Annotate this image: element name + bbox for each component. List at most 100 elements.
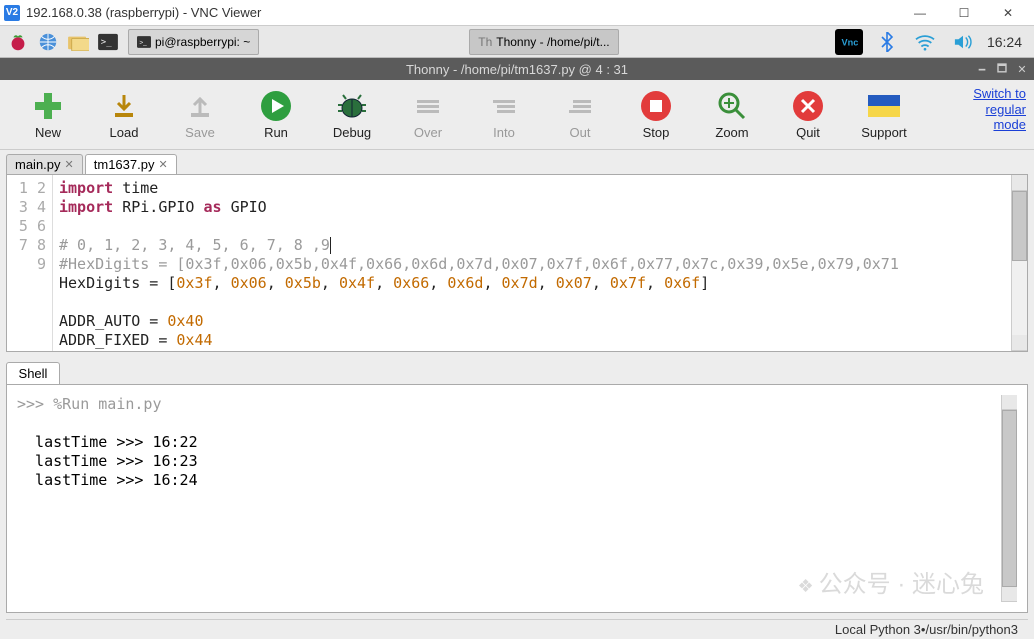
zoom-icon — [715, 89, 749, 123]
save-icon — [183, 89, 217, 123]
l9-head: ADDR_FIXED = — [59, 331, 176, 349]
load-label: Load — [110, 125, 139, 140]
tab-main-close-icon[interactable]: ✕ — [65, 158, 74, 171]
shell-line-3: lastTime >>> 16:24 — [17, 471, 198, 489]
hex6: 0x7d — [502, 274, 538, 292]
scroll-thumb[interactable] — [1012, 191, 1027, 261]
pi-taskbar: >_ >_ pi@raspberrypi: ~ Th Thonny - /hom… — [0, 26, 1034, 58]
thonny-titlebar: Thonny - /home/pi/tm1637.py @ 4 : 31 🗕 🗖… — [0, 58, 1034, 80]
hex8: 0x7f — [610, 274, 646, 292]
svg-text:Vnc: Vnc — [841, 37, 858, 47]
web-browser-icon[interactable] — [34, 29, 62, 55]
raspberry-menu-icon[interactable] — [4, 29, 32, 55]
taskbar-item-terminal[interactable]: >_ pi@raspberrypi: ~ — [128, 29, 259, 55]
new-button[interactable]: New — [10, 89, 86, 140]
save-button[interactable]: Save — [162, 89, 238, 140]
hex7: 0x07 — [556, 274, 592, 292]
tab-tm1637-close-icon[interactable]: ✕ — [158, 158, 167, 171]
hex5: 0x6d — [447, 274, 483, 292]
hex3: 0x4f — [339, 274, 375, 292]
support-label: Support — [861, 125, 907, 140]
tab-main[interactable]: main.py ✕ — [6, 154, 83, 174]
thonny-window: Thonny - /home/pi/tm1637.py @ 4 : 31 🗕 🗖… — [0, 58, 1034, 639]
taskbar-item-thonny[interactable]: Th Thonny - /home/pi/t... — [469, 29, 618, 55]
out-button: Out — [542, 89, 618, 140]
quit-button[interactable]: Quit — [770, 89, 846, 140]
shell-scroll-up-icon[interactable] — [1002, 395, 1017, 410]
scroll-down-icon[interactable] — [1012, 335, 1027, 351]
taskbar-item-thonny-label: Thonny - /home/pi/t... — [496, 35, 609, 49]
stop-button[interactable]: Stop — [618, 89, 694, 140]
tab-tm1637-label: tm1637.py — [94, 157, 155, 172]
status-path[interactable]: /usr/bin/python3 — [925, 622, 1018, 637]
out-icon — [563, 89, 597, 123]
run-icon — [259, 89, 293, 123]
debug-button[interactable]: Debug — [314, 89, 390, 140]
kw-import2: import — [59, 198, 113, 216]
load-icon — [107, 89, 141, 123]
support-icon — [867, 89, 901, 123]
shell-output[interactable]: >>> %Run main.py lastTime >>> 16:22 last… — [17, 395, 997, 602]
scroll-up-icon[interactable] — [1012, 175, 1027, 191]
l8-val: 0x40 — [167, 312, 203, 330]
editor-tabs: main.py ✕ tm1637.py ✕ — [0, 150, 1034, 174]
tab-main-label: main.py — [15, 157, 61, 172]
l8-head: ADDR_AUTO = — [59, 312, 167, 330]
vnc-logo-icon: V2 — [4, 5, 20, 21]
status-bar: Local Python 3 • /usr/bin/python3 — [6, 619, 1028, 639]
l6-close: ] — [700, 274, 709, 292]
clock[interactable]: 16:24 — [987, 34, 1022, 50]
thonny-close-icon[interactable]: ✕ — [1014, 61, 1030, 77]
switch-mode-link[interactable]: Switch to regular mode — [973, 86, 1026, 133]
shell-tab[interactable]: Shell — [6, 362, 60, 384]
wifi-icon[interactable] — [911, 29, 939, 55]
debug-label: Debug — [333, 125, 371, 140]
zoom-button[interactable]: Zoom — [694, 89, 770, 140]
text-cursor — [330, 237, 331, 254]
hex2: 0x5b — [285, 274, 321, 292]
code-area[interactable]: import time import RPi.GPIO as GPIO # 0,… — [53, 175, 1011, 351]
load-button[interactable]: Load — [86, 89, 162, 140]
hex9: 0x6f — [664, 274, 700, 292]
id-rpi: RPi.GPIO — [113, 198, 203, 216]
zoom-label: Zoom — [715, 125, 748, 140]
vnc-server-icon[interactable]: Vnc — [835, 29, 863, 55]
over-button: Over — [390, 89, 466, 140]
support-button[interactable]: Support — [846, 89, 922, 140]
run-label: Run — [264, 125, 288, 140]
out-label: Out — [570, 125, 591, 140]
close-button[interactable]: ✕ — [986, 0, 1030, 26]
minimize-button[interactable]: — — [898, 0, 942, 26]
thonny-maximize-icon[interactable]: 🗖 — [994, 61, 1010, 77]
svg-text:>_: >_ — [139, 39, 147, 46]
maximize-button[interactable]: ☐ — [942, 0, 986, 26]
taskbar-item-terminal-label: pi@raspberrypi: ~ — [155, 35, 250, 49]
hex0: 0x3f — [176, 274, 212, 292]
into-button: Into — [466, 89, 542, 140]
shell-line-2: lastTime >>> 16:23 — [17, 452, 198, 470]
shell-line-1: lastTime >>> 16:22 — [17, 433, 198, 451]
quit-icon — [791, 89, 825, 123]
shell-scrollbar[interactable] — [1001, 395, 1017, 602]
shell-scroll-thumb[interactable] — [1002, 410, 1017, 586]
hex4: 0x66 — [393, 274, 429, 292]
editor-scrollbar[interactable] — [1011, 175, 1027, 351]
kw-as: as — [204, 198, 222, 216]
run-button[interactable]: Run — [238, 89, 314, 140]
tab-tm1637[interactable]: tm1637.py ✕ — [85, 154, 177, 174]
status-python[interactable]: Local Python 3 — [835, 622, 921, 637]
file-manager-icon[interactable] — [64, 29, 92, 55]
terminal-icon[interactable]: >_ — [94, 29, 122, 55]
line-gutter: 1 2 3 4 5 6 7 8 9 — [7, 175, 53, 351]
thonny-minimize-icon[interactable]: 🗕 — [974, 61, 990, 77]
save-label: Save — [185, 125, 215, 140]
shell-prompt: >>> — [17, 395, 53, 413]
stop-label: Stop — [643, 125, 670, 140]
into-icon — [487, 89, 521, 123]
editor[interactable]: 1 2 3 4 5 6 7 8 9 import time import RPi… — [6, 174, 1028, 352]
bluetooth-icon[interactable] — [873, 29, 901, 55]
volume-icon[interactable] — [949, 29, 977, 55]
shell-area[interactable]: >>> %Run main.py lastTime >>> 16:22 last… — [6, 384, 1028, 613]
id-gpio: GPIO — [222, 198, 267, 216]
shell-scroll-down-icon[interactable] — [1002, 587, 1017, 602]
